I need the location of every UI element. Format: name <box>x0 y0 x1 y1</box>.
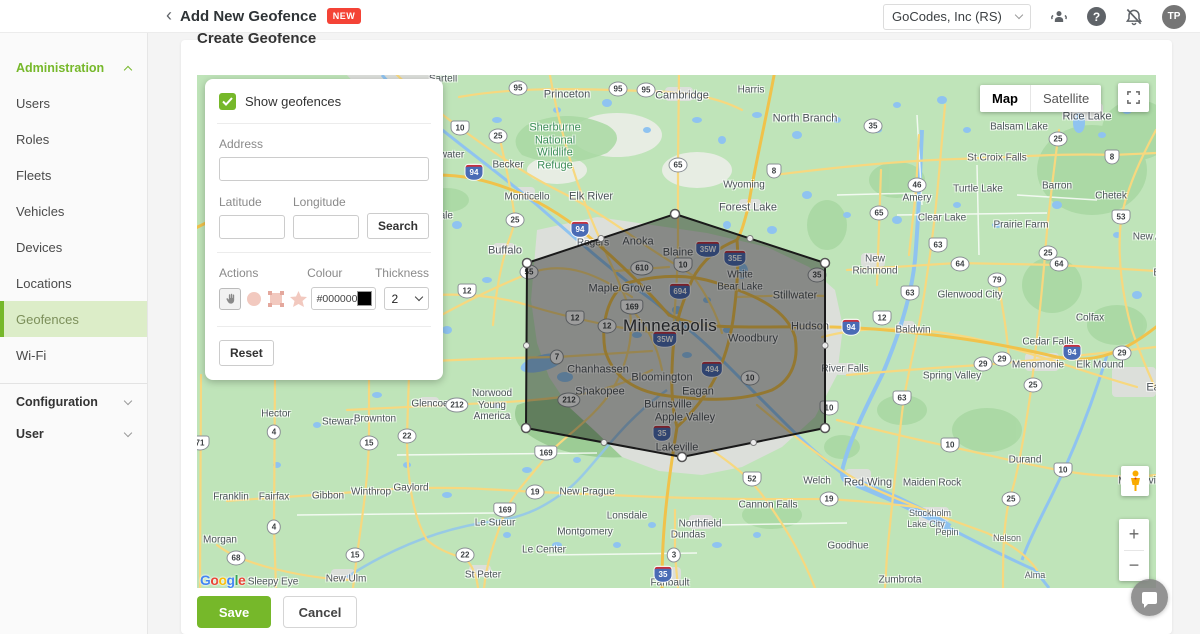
chevron-down-icon <box>124 428 132 436</box>
thickness-value: 2 <box>391 292 398 306</box>
show-geofences-label: Show geofences <box>245 94 341 109</box>
latitude-input[interactable] <box>219 215 285 239</box>
geofence-vertex-handle[interactable] <box>821 259 830 268</box>
chevron-down-icon <box>1015 11 1023 19</box>
sidebar-item[interactable]: Locations <box>0 265 147 301</box>
map-type-satellite-button[interactable]: Satellite <box>1030 85 1101 112</box>
search-button[interactable]: Search <box>367 213 429 239</box>
geofence-polygon[interactable] <box>526 214 825 457</box>
chevron-up-icon <box>124 65 132 73</box>
longitude-input[interactable] <box>293 215 359 239</box>
longitude-label: Longitude <box>293 195 359 209</box>
geofence-vertex-handle[interactable] <box>671 210 680 219</box>
polygon-tool[interactable] <box>289 290 307 308</box>
google-logo-letter: G <box>200 572 210 588</box>
chat-icon <box>1142 592 1157 604</box>
google-logo-letter: o <box>218 572 226 588</box>
geofence-vertex-handle[interactable] <box>522 424 531 433</box>
sidebar-section-user[interactable]: User <box>0 418 147 450</box>
sidebar-divider <box>0 383 147 384</box>
back-chevron-icon[interactable]: ‹ <box>166 5 172 26</box>
create-geofence-card: SartellPrincetonCambridgeHarrisNorth Bra… <box>181 40 1172 634</box>
company-select[interactable]: GoCodes, Inc (RS) <box>883 4 1031 30</box>
sidebar-item[interactable]: Fleets <box>0 157 147 193</box>
google-logo-letter: e <box>238 572 245 588</box>
colour-label: Colour <box>307 266 375 280</box>
fullscreen-button[interactable] <box>1118 83 1149 112</box>
notifications-off-icon[interactable] <box>1123 6 1145 28</box>
sidebar-section-administration[interactable]: Administration <box>0 51 147 85</box>
drag-hand-tool[interactable] <box>219 288 241 310</box>
map-type-map-button[interactable]: Map <box>980 85 1030 112</box>
new-badge: NEW <box>327 8 362 24</box>
circle-tool[interactable] <box>245 290 263 308</box>
sidebar-item[interactable]: Vehicles <box>0 193 147 229</box>
map-canvas[interactable]: SartellPrincetonCambridgeHarrisNorth Bra… <box>197 75 1156 588</box>
google-logo: Google <box>200 572 245 588</box>
company-select-value: GoCodes, Inc (RS) <box>892 9 1002 24</box>
help-icon[interactable]: ? <box>1087 7 1106 26</box>
colour-swatch[interactable] <box>357 291 372 306</box>
reset-button[interactable]: Reset <box>219 340 274 366</box>
sidebar-items: UsersRolesFleetsVehiclesDevicesLocations… <box>0 85 147 373</box>
zoom-controls: + − <box>1119 519 1149 581</box>
sidebar-item[interactable]: Devices <box>0 229 147 265</box>
show-geofences-toggle[interactable]: Show geofences <box>219 93 429 110</box>
page-title: Add New Geofence <box>180 8 317 25</box>
thickness-select[interactable]: 2 <box>384 287 429 310</box>
thickness-label: Thickness <box>375 266 429 280</box>
rectangle-tool[interactable] <box>267 290 285 308</box>
geofence-midpoint-handle[interactable] <box>598 236 604 242</box>
cancel-button[interactable]: Cancel <box>283 596 357 628</box>
geofence-vertex-handle[interactable] <box>821 424 830 433</box>
chevron-down-icon <box>415 293 423 301</box>
sidebar-item[interactable]: Wi-Fi <box>0 337 147 373</box>
geofence-midpoint-handle[interactable] <box>747 236 753 242</box>
address-label: Address <box>219 137 429 151</box>
colour-value: #000000 <box>317 293 358 305</box>
chat-bubble-button[interactable] <box>1131 579 1168 616</box>
geofence-panel: Show geofences Address Latitude Longitud… <box>205 79 443 380</box>
address-input[interactable] <box>219 157 429 181</box>
support-icon[interactable] <box>1048 6 1070 28</box>
sidebar-item[interactable]: Users <box>0 85 147 121</box>
chevron-down-icon <box>124 396 132 404</box>
geofence-vertex-handle[interactable] <box>678 453 687 462</box>
geofence-midpoint-handle[interactable] <box>601 440 607 446</box>
colour-field[interactable]: #000000 <box>311 287 377 310</box>
geofence-midpoint-handle[interactable] <box>822 343 828 349</box>
zoom-in-button[interactable]: + <box>1119 519 1149 550</box>
geofence-midpoint-handle[interactable] <box>751 440 757 446</box>
geofence-midpoint-handle[interactable] <box>524 343 530 349</box>
sidebar-section-configuration[interactable]: Configuration <box>0 386 147 418</box>
sidebar: Administration UsersRolesFleetsVehiclesD… <box>0 33 148 634</box>
save-button[interactable]: Save <box>197 596 271 628</box>
checkbox-checked-icon[interactable] <box>219 93 236 110</box>
zoom-out-button[interactable]: − <box>1119 551 1149 582</box>
latitude-label: Latitude <box>219 195 285 209</box>
avatar[interactable]: TP <box>1162 5 1186 29</box>
street-view-pegman[interactable] <box>1121 466 1149 496</box>
geofence-vertex-handle[interactable] <box>523 259 532 268</box>
sidebar-item[interactable]: Geofences <box>0 301 147 337</box>
google-logo-letter: g <box>227 572 235 588</box>
actions-label: Actions <box>219 266 307 280</box>
top-bar: ‹ Add New Geofence NEW GoCodes, Inc (RS)… <box>0 0 1200 33</box>
sidebar-item[interactable]: Roles <box>0 121 147 157</box>
map-type-toggle: Map Satellite <box>980 85 1101 112</box>
